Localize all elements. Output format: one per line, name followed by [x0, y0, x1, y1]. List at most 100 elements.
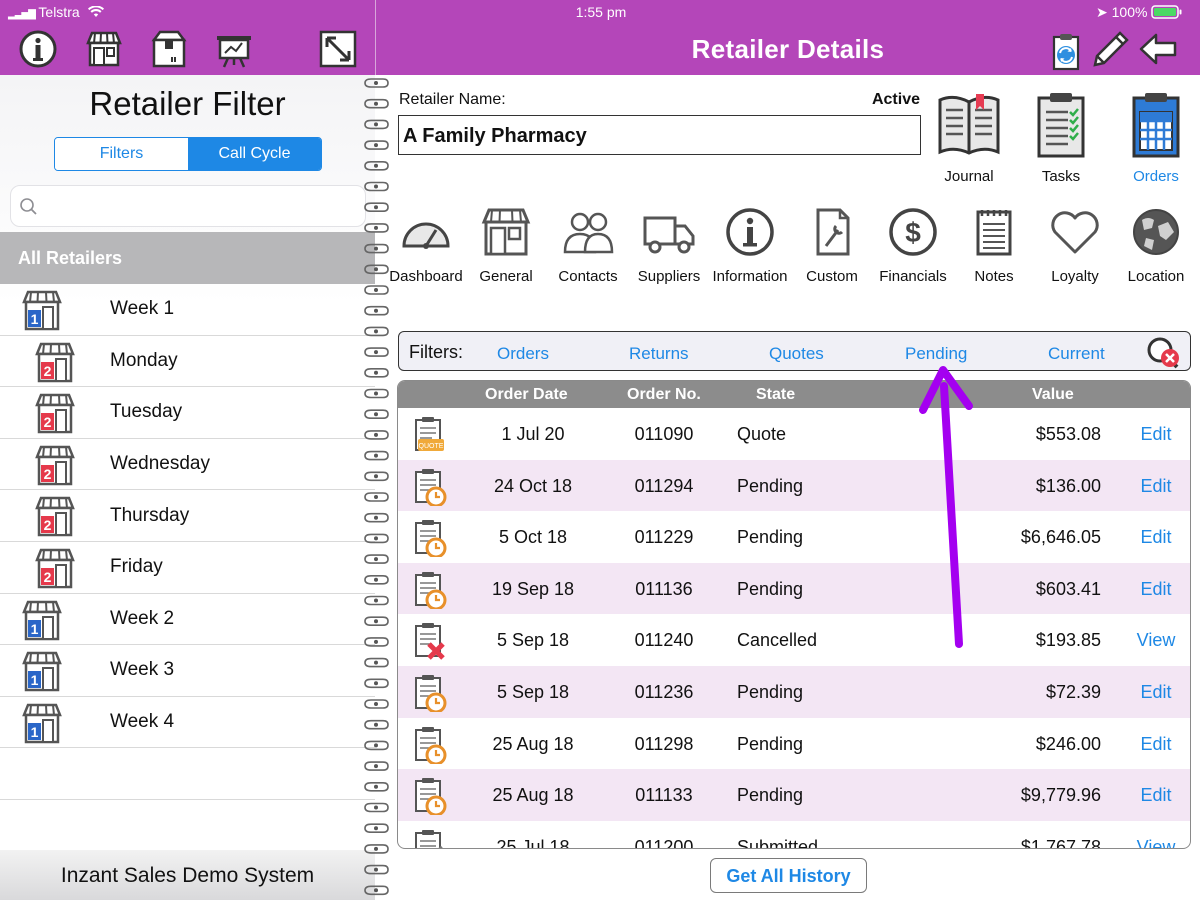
orders-button[interactable]: Orders	[1116, 90, 1196, 185]
presentation-icon[interactable]	[214, 29, 254, 69]
svg-text:1: 1	[31, 621, 39, 637]
battery-icon	[1151, 5, 1182, 19]
clear-filter-icon[interactable]	[1145, 335, 1183, 369]
journal-button[interactable]: Journal	[929, 90, 1009, 185]
nav-general-button[interactable]: General	[464, 206, 548, 285]
call-cycle-item-label: Week 1	[110, 298, 175, 320]
value-cell: $246.00	[1035, 733, 1101, 754]
nav-notes-button[interactable]: Notes	[952, 206, 1036, 285]
search-input[interactable]	[45, 192, 355, 222]
filter-current[interactable]: Current	[1048, 344, 1105, 364]
tab-filters[interactable]: Filters	[55, 138, 188, 170]
store-icon[interactable]	[84, 29, 124, 69]
order-no-cell: 011136	[635, 578, 693, 599]
row-action-link[interactable]: View	[1126, 837, 1186, 848]
svg-text:2: 2	[44, 517, 52, 533]
row-action-link[interactable]: Edit	[1126, 579, 1186, 600]
search-bar	[10, 185, 366, 227]
pencil-icon[interactable]	[1090, 29, 1130, 69]
tasks-button[interactable]: Tasks	[1021, 90, 1101, 185]
back-arrow-icon[interactable]	[1138, 29, 1178, 69]
call-cycle-item-label: Thursday	[110, 504, 190, 526]
location-icon	[1133, 209, 1179, 255]
row-action-link[interactable]: Edit	[1126, 476, 1186, 497]
tab-call-cycle[interactable]: Call Cycle	[188, 138, 321, 170]
svg-text:2: 2	[44, 466, 52, 482]
nav-label: Suppliers	[637, 268, 701, 285]
order-no-cell: 011229	[634, 527, 694, 548]
package-icon[interactable]	[149, 29, 189, 69]
nav-location-button[interactable]: Location	[1114, 206, 1198, 285]
nav-suppliers-button[interactable]: Suppliers	[627, 206, 711, 285]
location-icon: ➤	[1096, 4, 1108, 20]
order-date-cell: 5 Sep 18	[496, 630, 570, 651]
nav-contacts-button[interactable]: Contacts	[546, 206, 630, 285]
all-retailers-row[interactable]: All Retailers	[0, 232, 375, 284]
table-row[interactable]: 24 Oct 18 011294 Pending $136.00 Edit	[398, 459, 1190, 512]
call-cycle-item[interactable]: 1 Week 1	[0, 284, 375, 336]
call-cycle-item[interactable]: 2 Monday	[0, 336, 375, 388]
call-cycle-item[interactable]: 2 Thursday	[0, 490, 375, 542]
row-action-link[interactable]: Edit	[1126, 424, 1186, 445]
table-row[interactable]: 5 Oct 18 011229 Pending $6,646.05 Edit	[398, 511, 1190, 563]
wifi-icon	[87, 5, 104, 17]
table-row[interactable]: 25 Jul 18 011200 Submitted $1,767.78 View	[398, 821, 1190, 849]
loyalty-icon	[1051, 211, 1099, 254]
table-row[interactable]: 5 Sep 18 011240 Cancelled $193.85 View	[398, 614, 1190, 666]
nav-label: Loyalty	[1051, 268, 1099, 285]
state-cell: Pending	[737, 733, 804, 754]
order-no-cell: 011200	[634, 836, 694, 849]
table-row[interactable]: 25 Aug 18 011298 Pending $246.00 Edit	[398, 718, 1190, 770]
nav-custom-button[interactable]: Custom	[790, 206, 874, 285]
table-row[interactable]: 19 Sep 18 011136 Pending $603.41 Edit	[398, 562, 1190, 615]
svg-text:1: 1	[31, 311, 39, 327]
filter-returns[interactable]: Returns	[629, 344, 689, 364]
svg-text:2: 2	[44, 569, 52, 585]
svg-text:$: $	[905, 217, 921, 248]
table-row[interactable]: 25 Aug 18 011133 Pending $9,779.96 Edit	[398, 769, 1190, 821]
call-cycle-item[interactable]: 2 Tuesday	[0, 387, 375, 439]
retailer-name-field[interactable]: A Family Pharmacy	[398, 115, 921, 155]
custom-icon	[816, 208, 850, 256]
order-date-cell: 25 Jul 18	[496, 836, 570, 849]
call-cycle-item[interactable]: 2 Wednesday	[0, 439, 375, 491]
nav-label: Contacts	[558, 268, 618, 285]
nav-label: Dashboard	[389, 268, 463, 285]
row-action-link[interactable]: Edit	[1126, 785, 1186, 806]
table-row[interactable]: 5 Sep 18 011236 Pending $72.39 Edit	[398, 665, 1190, 718]
sync-icon[interactable]	[1046, 31, 1086, 71]
table-body[interactable]: QUOTE 1 Jul 20 011090 Quote $553.08 Edit 24 Oc…	[398, 408, 1190, 849]
call-cycle-item[interactable]: 1 Week 2	[0, 594, 375, 646]
retailer-name-label: Retailer Name:	[399, 91, 506, 108]
row-action-link[interactable]: Edit	[1126, 682, 1186, 703]
store-calendar-icon: 1	[20, 649, 64, 693]
tasks-icon	[1037, 93, 1085, 158]
filter-quotes[interactable]: Quotes	[769, 344, 824, 364]
row-action-link[interactable]: View	[1126, 630, 1186, 651]
filter-pending[interactable]: Pending	[905, 344, 967, 364]
nav-financials-button[interactable]: $ Financials	[871, 206, 955, 285]
store-calendar-icon: 1	[20, 701, 64, 745]
store-calendar-icon: 2	[33, 340, 77, 384]
nav-dashboard-button[interactable]: Dashboard	[384, 206, 468, 285]
call-cycle-item-label: Week 4	[110, 711, 175, 733]
information-icon	[726, 208, 774, 256]
left-header: ▂▃▅▇ Telstra	[0, 0, 375, 75]
table-row[interactable]: QUOTE 1 Jul 20 011090 Quote $553.08 Edit	[398, 408, 1190, 460]
state-cell: Pending	[737, 681, 804, 702]
battery-status: ➤ 100%	[1096, 4, 1183, 21]
call-cycle-item[interactable]: 2 Friday	[0, 542, 375, 594]
filter-orders[interactable]: Orders	[497, 344, 549, 364]
row-action-link[interactable]: Edit	[1126, 527, 1186, 548]
get-all-history-button[interactable]: Get All History	[710, 858, 867, 893]
nav-loyalty-button[interactable]: Loyalty	[1033, 206, 1117, 285]
call-cycle-item[interactable]: 1 Week 4	[0, 697, 375, 749]
row-action-link[interactable]: Edit	[1126, 734, 1186, 755]
nav-information-button[interactable]: Information	[708, 206, 792, 285]
info-icon[interactable]	[18, 29, 58, 69]
value-cell: $9,779.96	[1020, 785, 1101, 806]
nav-label: General	[479, 268, 533, 285]
notes-icon	[976, 210, 1012, 256]
expand-icon[interactable]	[318, 29, 358, 69]
call-cycle-item[interactable]: 1 Week 3	[0, 645, 375, 697]
